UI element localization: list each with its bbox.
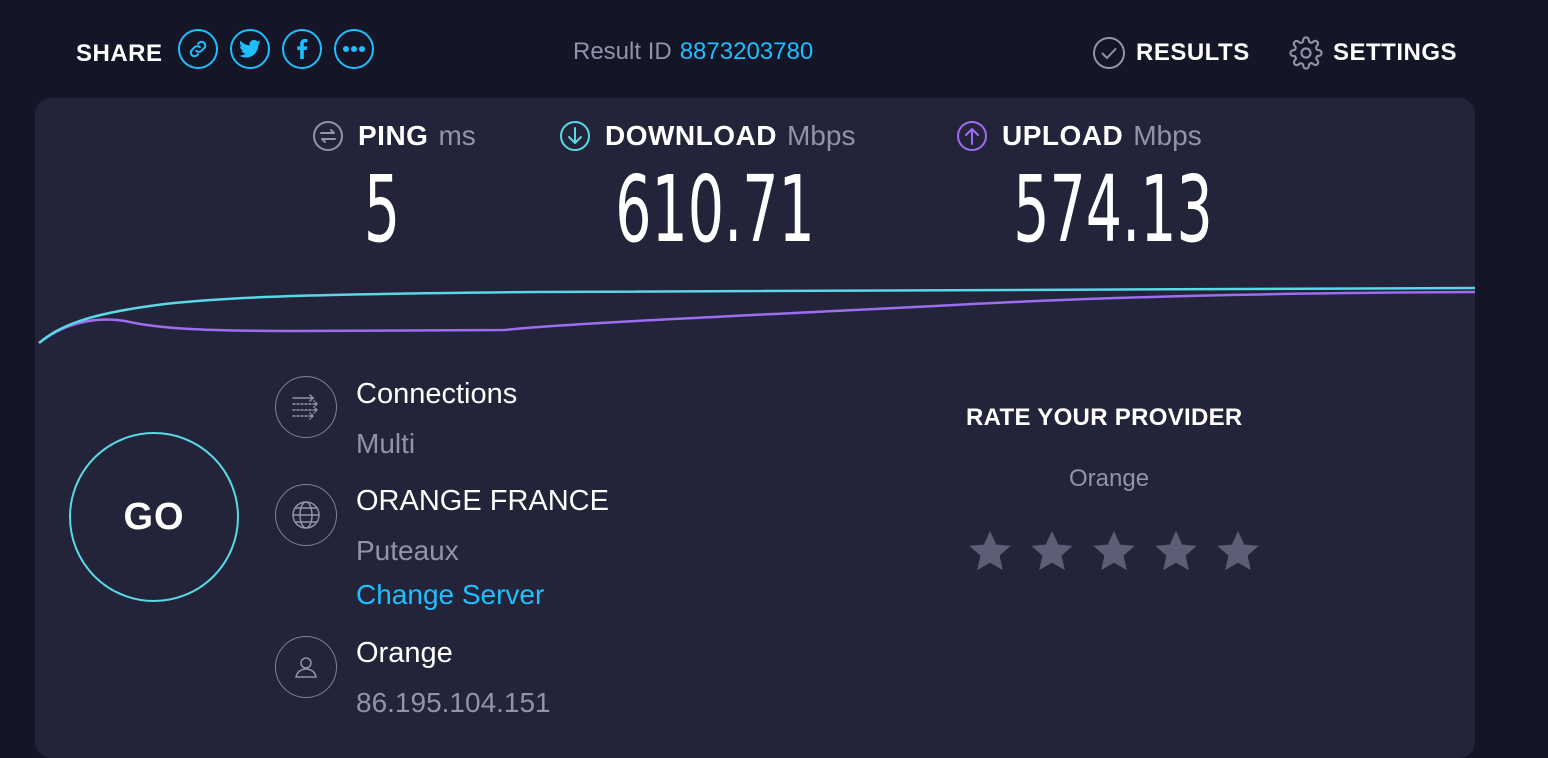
results-panel: PING ms 5 DOWNLOAD Mbps 610.71 UPLOAD Mb…	[35, 98, 1475, 758]
ping-header: PING ms	[312, 120, 476, 152]
upload-header: UPLOAD Mbps	[956, 120, 1202, 152]
star-icon[interactable]	[1091, 528, 1137, 574]
facebook-icon[interactable]	[282, 29, 322, 69]
gear-icon	[1289, 36, 1323, 70]
upload-graph-line	[42, 290, 1475, 342]
result-id: Result ID 8873203780	[573, 38, 813, 66]
ping-value: 5	[363, 156, 401, 263]
globe-icon	[275, 484, 337, 546]
share-icons	[178, 29, 374, 69]
star-icon[interactable]	[1029, 528, 1075, 574]
rate-provider-title: RATE YOUR PROVIDER	[966, 404, 1243, 431]
results-button[interactable]: RESULTS	[1092, 36, 1250, 70]
connections-icon	[275, 376, 337, 438]
rating-stars	[967, 528, 1261, 574]
isp-name: Orange	[356, 637, 453, 669]
download-label: DOWNLOAD	[605, 120, 777, 151]
settings-label: SETTINGS	[1333, 39, 1458, 66]
top-bar: SHARE Result ID 8873203780 RESULTS SETTI…	[0, 0, 1548, 98]
download-icon	[560, 121, 590, 151]
check-circle-icon	[1093, 37, 1125, 69]
speed-graph	[38, 286, 1475, 344]
link-icon[interactable]	[178, 29, 218, 69]
user-icon	[275, 636, 337, 698]
download-value: 610.71	[615, 156, 815, 263]
star-icon[interactable]	[1153, 528, 1199, 574]
connections-title: Connections	[356, 378, 518, 410]
download-unit: Mbps	[786, 120, 856, 151]
server-name: ORANGE FRANCE	[356, 485, 609, 517]
server-location: Puteaux	[356, 535, 459, 566]
results-label: RESULTS	[1136, 39, 1250, 66]
star-icon[interactable]	[1215, 528, 1261, 574]
upload-unit: Mbps	[1133, 120, 1202, 151]
isp-ip: 86.195.104.151	[356, 687, 551, 718]
change-server-link[interactable]: Change Server	[356, 579, 544, 611]
result-id-link[interactable]: 8873203780	[680, 38, 813, 65]
more-icon[interactable]	[334, 29, 374, 69]
ping-unit: ms	[438, 120, 476, 151]
go-button[interactable]: GO	[69, 432, 239, 602]
star-icon[interactable]	[967, 528, 1013, 574]
settings-button[interactable]: SETTINGS	[1289, 36, 1457, 70]
ping-label: PING	[358, 120, 429, 151]
ping-icon	[313, 121, 343, 151]
upload-icon	[957, 121, 987, 151]
share-label: SHARE	[76, 40, 163, 67]
rate-provider-name: Orange	[1069, 465, 1150, 492]
twitter-icon[interactable]	[230, 29, 270, 69]
download-header: DOWNLOAD Mbps	[559, 120, 855, 152]
connections-value: Multi	[356, 428, 416, 459]
upload-value: 574.13	[1013, 156, 1213, 263]
result-id-label: Result ID	[573, 38, 672, 65]
upload-label: UPLOAD	[1002, 120, 1124, 151]
